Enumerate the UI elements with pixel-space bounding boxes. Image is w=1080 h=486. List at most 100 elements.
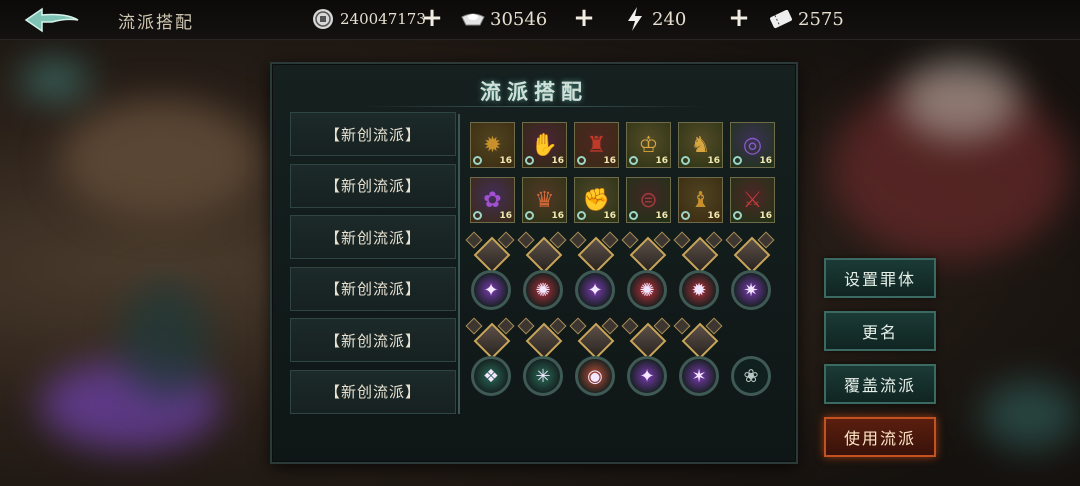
- team-member-slot[interactable]: ◉: [569, 317, 619, 396]
- silver-ingot-icon: [460, 6, 486, 32]
- panel-title: 流派搭配: [480, 79, 588, 104]
- equipment-slot[interactable]: ✹ 16: [470, 122, 515, 168]
- element-orb-icon: ✦: [471, 270, 511, 310]
- coin-counter: 240047173: [310, 5, 426, 33]
- skill-gem-icon: [465, 231, 483, 249]
- ticket-value: 2575: [798, 8, 844, 30]
- equipment-level: 16: [655, 156, 668, 166]
- loadout-item[interactable]: 【新创流派】: [290, 318, 456, 362]
- page-title: 流派搭配: [118, 13, 194, 33]
- loadout-item[interactable]: 【新创流派】: [290, 369, 456, 414]
- equipment-slot[interactable]: ✋ 16: [522, 122, 567, 168]
- equipment-level: 16: [707, 211, 720, 221]
- element-orb-icon: ✷: [731, 270, 771, 310]
- enhance-gem-icon: [525, 156, 534, 165]
- equipment-level: 16: [655, 211, 668, 221]
- stamina-value: 240: [652, 8, 687, 30]
- enhance-gem-icon: [577, 211, 586, 220]
- stamina-counter: 240: [622, 5, 686, 33]
- team-member-slot[interactable]: ✶: [673, 317, 723, 396]
- title-divider: [362, 106, 706, 107]
- loadout-list: 【新创流派】 【新创流派】 【新创流派】 【新创流派】 【新创流派】 【新创流派…: [290, 112, 456, 421]
- equipment-level: 16: [759, 156, 772, 166]
- loadout-item[interactable]: 【新创流派】: [290, 163, 456, 208]
- team-member-slot[interactable]: ✦: [465, 231, 515, 310]
- top-bar: 流派搭配 240047173 + 30546 + 240 + 2575: [0, 0, 1080, 40]
- enhance-gem-icon: [629, 211, 638, 220]
- equipment-slot[interactable]: ♛ 16: [522, 177, 567, 223]
- ticket-icon: [768, 6, 794, 32]
- panel-divider: [458, 114, 460, 414]
- equipment-slot[interactable]: ⊜ 16: [626, 177, 671, 223]
- element-orb-icon: ❀: [731, 356, 771, 396]
- team-member-slot[interactable]: ✺: [517, 231, 567, 310]
- equipment-level: 16: [707, 156, 720, 166]
- element-orb-icon: ✺: [627, 270, 667, 310]
- skill-gem-icon: [621, 231, 639, 249]
- equipment-slot[interactable]: ♝ 16: [678, 177, 723, 223]
- add-stamina-button[interactable]: +: [727, 5, 751, 31]
- element-orb-icon: ✳: [523, 356, 563, 396]
- enhance-gem-icon: [629, 156, 638, 165]
- team-grid: ✦ ✺ ✦ ✺ ✹ ✷ ❖ ✳ ◉ ✦ ✶ ❀: [465, 231, 784, 396]
- element-orb-icon: ◉: [575, 356, 615, 396]
- team-member-slot[interactable]: ✷: [725, 231, 775, 310]
- skill-gem-icon: [673, 317, 691, 335]
- overwrite-loadout-button[interactable]: 覆盖流派: [824, 364, 936, 404]
- enhance-gem-icon: [525, 211, 534, 220]
- element-orb-icon: ✶: [679, 356, 719, 396]
- loadout-panel: 流派搭配 【新创流派】 【新创流派】 【新创流派】 【新创流派】 【新创流派】 …: [270, 62, 798, 464]
- equipment-slot[interactable]: ♞ 16: [678, 122, 723, 168]
- team-member-slot[interactable]: ✦: [621, 317, 671, 396]
- silver-value: 30546: [490, 8, 548, 30]
- equipment-slot[interactable]: ♜ 16: [574, 122, 619, 168]
- enhance-gem-icon: [473, 156, 482, 165]
- enhance-gem-icon: [681, 156, 690, 165]
- equipment-grid: ✹ 16 ✋ 16 ♜ 16 ♔ 16 ♞ 16 ◎ 16 ✿ 16 ♛ 16 ✊ 16 ⊜ 16 ♝ 16 ⚔ 16: [470, 122, 780, 223]
- equipment-level: 16: [499, 156, 512, 166]
- set-relic-button[interactable]: 设置罪体: [824, 258, 936, 298]
- enhance-gem-icon: [473, 211, 482, 220]
- element-orb-icon: ✦: [575, 270, 615, 310]
- skill-gem-icon: [517, 231, 535, 249]
- skill-gem-icon: [569, 231, 587, 249]
- team-member-slot[interactable]: ❀: [728, 320, 774, 396]
- add-silver-button[interactable]: +: [572, 5, 596, 31]
- loadout-item[interactable]: 【新创流派】: [290, 266, 456, 311]
- skill-gem-icon: [673, 231, 691, 249]
- loadout-item[interactable]: 【新创流派】: [290, 112, 456, 156]
- skill-gem-icon: [569, 317, 587, 335]
- team-member-slot[interactable]: ✹: [673, 231, 723, 310]
- ticket-counter: 2575: [768, 5, 844, 33]
- equipment-level: 16: [551, 156, 564, 166]
- add-coin-button[interactable]: +: [420, 5, 444, 31]
- element-orb-icon: ✦: [627, 356, 667, 396]
- team-member-slot[interactable]: ✳: [517, 317, 567, 396]
- rename-button[interactable]: 更名: [824, 311, 936, 351]
- element-orb-icon: ✹: [679, 270, 719, 310]
- coin-icon: [310, 6, 336, 32]
- equipment-level: 16: [603, 211, 616, 221]
- skill-gem-icon: [517, 317, 535, 335]
- back-button[interactable]: [22, 6, 84, 34]
- team-member-slot[interactable]: ✦: [569, 231, 619, 310]
- team-member-slot[interactable]: ❖: [465, 317, 515, 396]
- coin-value: 240047173: [340, 10, 426, 28]
- equipment-slot[interactable]: ✿ 16: [470, 177, 515, 223]
- equipment-level: 16: [551, 211, 564, 221]
- equipment-slot[interactable]: ⚔ 16: [730, 177, 775, 223]
- skill-gem-icon: [465, 317, 483, 335]
- use-loadout-button[interactable]: 使用流派: [824, 417, 936, 457]
- back-arrow-icon: [24, 7, 79, 33]
- equipment-slot[interactable]: ◎ 16: [730, 122, 775, 168]
- enhance-gem-icon: [681, 211, 690, 220]
- element-orb-icon: ✺: [523, 270, 563, 310]
- loadout-item[interactable]: 【新创流派】: [290, 215, 456, 259]
- team-member-slot[interactable]: ✺: [621, 231, 671, 310]
- enhance-gem-icon: [577, 156, 586, 165]
- equipment-slot[interactable]: ♔ 16: [626, 122, 671, 168]
- enhance-gem-icon: [733, 211, 742, 220]
- lightning-icon: [622, 6, 648, 32]
- silver-counter: 30546: [460, 5, 547, 33]
- equipment-slot[interactable]: ✊ 16: [574, 177, 619, 223]
